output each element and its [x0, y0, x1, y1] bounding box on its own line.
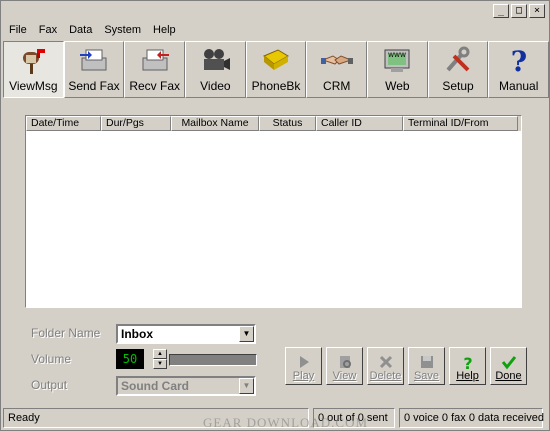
tool-web[interactable]: WWW Web [367, 41, 428, 98]
col-date-time[interactable]: Date/Time [26, 116, 101, 131]
svg-text:WWW: WWW [388, 52, 406, 59]
tool-label: Manual [499, 79, 539, 93]
tool-manual[interactable]: ? Manual [488, 41, 550, 98]
tool-phonebk[interactable]: PhoneBk [245, 41, 307, 98]
window-controls: _ □ × [493, 4, 545, 18]
play-icon [299, 356, 309, 368]
handshake-icon [320, 46, 353, 74]
tool-label: Setup [442, 79, 474, 93]
minimize-button[interactable]: _ [493, 4, 509, 18]
help-button[interactable]: ? Help [449, 347, 486, 385]
volume-slider[interactable] [169, 354, 257, 366]
view-icon [339, 356, 351, 368]
title-bar: _ □ × [1, 1, 549, 21]
tool-crm[interactable]: CRM [306, 41, 368, 98]
volume-display: 50 [116, 349, 144, 369]
tool-recv-fax[interactable]: Recv Fax [124, 41, 186, 98]
col-dur-pgs[interactable]: Dur/Pgs [101, 116, 171, 131]
menu-data[interactable]: Data [63, 22, 98, 40]
mailbox-icon [17, 46, 49, 74]
delete-button[interactable]: Delete [367, 347, 404, 385]
list-header: Date/Time Dur/Pgs Mailbox Name Status Ca… [26, 116, 521, 131]
status-received: 0 voice 0 fax 0 data received [399, 408, 544, 428]
menu-system[interactable]: System [98, 22, 147, 40]
phonebook-icon [260, 46, 292, 74]
tool-label: PhoneBk [251, 79, 301, 93]
col-caller-id[interactable]: Caller ID [316, 116, 403, 131]
recv-fax-icon [139, 46, 171, 74]
tool-label: CRM [323, 79, 351, 93]
volume-label: Volume [31, 352, 72, 366]
tool-label: Web [385, 79, 410, 93]
question-icon: ? [503, 46, 535, 74]
done-button[interactable]: Done [490, 347, 527, 385]
help-question-icon: ? [463, 354, 472, 370]
svg-text:?: ? [463, 354, 472, 370]
app-window: _ □ × File Fax Data System Help ViewMsg … [0, 0, 550, 431]
toolbar: ViewMsg Send Fax Recv Fax Video PhoneBk [3, 41, 550, 99]
output-select[interactable]: Sound Card ▼ [116, 376, 256, 396]
spin-up-icon[interactable]: ▲ [153, 349, 167, 359]
video-camera-icon [199, 46, 231, 74]
col-terminal-id[interactable]: Terminal ID/From [403, 116, 518, 131]
watermark-logo: GEAR DOWNLOAD.COM [203, 415, 369, 430]
tool-viewmsg[interactable]: ViewMsg [3, 41, 64, 98]
output-value: Sound Card [121, 379, 189, 393]
view-button[interactable]: View [326, 347, 363, 385]
send-fax-icon [78, 46, 110, 74]
folder-select[interactable]: Inbox ▼ [116, 324, 256, 344]
folder-value: Inbox [121, 327, 153, 341]
tool-label: ViewMsg [9, 79, 58, 93]
menu-bar: File Fax Data System Help [3, 22, 182, 40]
play-button[interactable]: Play [285, 347, 322, 385]
output-label: Output [31, 378, 68, 392]
save-button[interactable]: Save [408, 347, 445, 385]
tool-label: Send Fax [68, 79, 120, 93]
folder-label: Folder Name [31, 326, 101, 340]
tool-send-fax[interactable]: Send Fax [63, 41, 125, 98]
tools-icon [442, 46, 474, 74]
tool-video[interactable]: Video [185, 41, 246, 98]
col-mailbox-name[interactable]: Mailbox Name [171, 116, 259, 131]
chevron-down-icon[interactable]: ▼ [239, 326, 254, 342]
svg-text:?: ? [511, 46, 527, 74]
tool-label: Recv Fax [129, 79, 181, 93]
volume-spinner[interactable]: ▲ ▼ [153, 349, 167, 369]
tool-label: Video [200, 79, 231, 93]
menu-fax[interactable]: Fax [33, 22, 63, 40]
close-button[interactable]: × [529, 4, 545, 18]
www-globe-icon: WWW [381, 46, 413, 74]
menu-help[interactable]: Help [147, 22, 182, 40]
delete-icon [379, 355, 392, 369]
checkmark-icon [501, 356, 516, 370]
col-status[interactable]: Status [259, 116, 316, 131]
floppy-icon [420, 356, 433, 368]
chevron-down-icon[interactable]: ▼ [239, 378, 254, 394]
maximize-button[interactable]: □ [511, 4, 527, 18]
message-list[interactable]: Date/Time Dur/Pgs Mailbox Name Status Ca… [25, 115, 522, 308]
tool-setup[interactable]: Setup [427, 41, 489, 98]
spin-down-icon[interactable]: ▼ [153, 359, 167, 369]
menu-file[interactable]: File [3, 22, 33, 40]
